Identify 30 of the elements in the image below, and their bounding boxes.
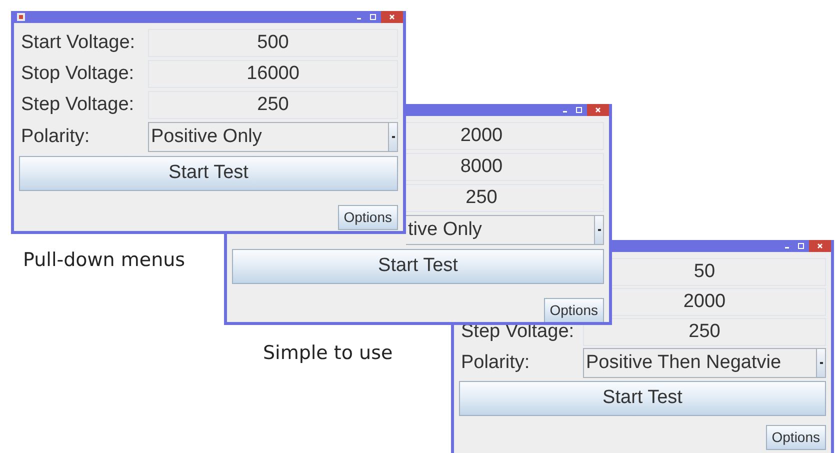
maximize-icon[interactable] <box>573 105 585 115</box>
close-icon[interactable] <box>587 104 609 116</box>
field-label: Polarity: <box>20 125 91 149</box>
close-icon[interactable] <box>809 240 831 252</box>
field-label: Polarity: <box>460 351 531 375</box>
input-field[interactable]: 250 <box>583 318 826 346</box>
input-field[interactable]: 16000 <box>148 60 398 88</box>
field-label: Step Voltage: <box>20 93 136 117</box>
start-test-button[interactable]: Start Test <box>19 156 398 191</box>
input-field[interactable]: 500 <box>148 29 398 57</box>
caret-icon <box>820 362 822 364</box>
dropdown[interactable]: tive Only <box>406 215 604 245</box>
options-button[interactable]: Options <box>338 205 398 230</box>
caption: Pull-down menus <box>23 248 186 273</box>
caret-icon <box>392 136 394 138</box>
dropdown[interactable]: Positive Only <box>148 122 398 152</box>
field-label: Step Voltage: <box>460 320 576 344</box>
caret-icon <box>598 229 600 231</box>
field-label: Start Voltage: <box>20 31 136 55</box>
start-test-button[interactable]: Start Test <box>232 249 604 284</box>
start-test-button[interactable]: Start Test <box>459 381 826 416</box>
input-field[interactable]: 250 <box>148 91 398 119</box>
maximize-icon[interactable] <box>367 12 379 22</box>
field-label: Stop Voltage: <box>20 62 136 86</box>
caption: Simple to use <box>263 341 393 366</box>
options-button[interactable]: Options <box>766 425 826 450</box>
options-button[interactable]: Options <box>544 298 604 322</box>
close-icon[interactable] <box>381 11 403 23</box>
maximize-icon[interactable] <box>795 241 807 251</box>
dropdown[interactable]: Positive Then Negatvie <box>583 348 826 378</box>
